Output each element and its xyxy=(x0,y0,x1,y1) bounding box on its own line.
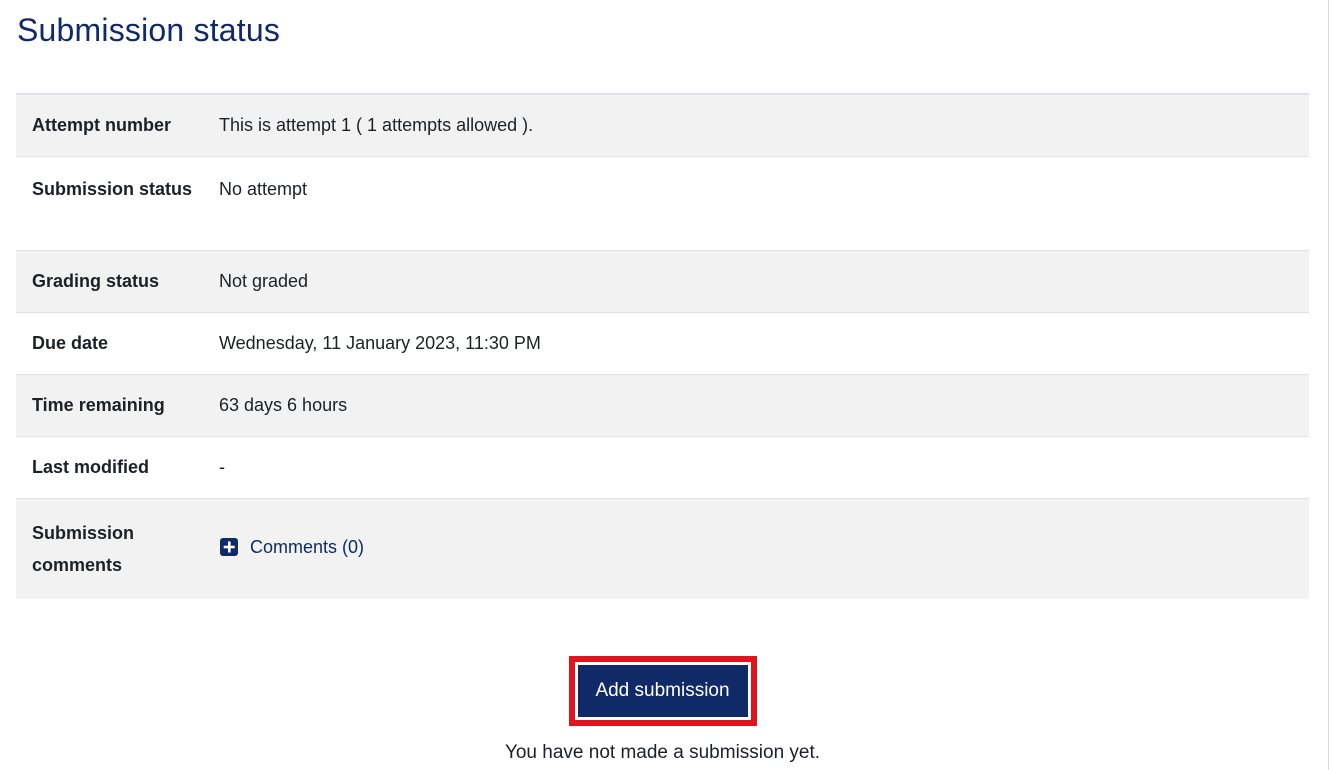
page-title: Submission status xyxy=(17,12,281,48)
row-label: Due date xyxy=(32,333,109,353)
row-label: Grading status xyxy=(32,271,160,291)
table-row-attempt-number: Attempt number This is attempt 1 ( 1 att… xyxy=(16,94,1309,156)
plus-square-icon xyxy=(220,538,238,557)
no-submission-note: You have not made a submission yet. xyxy=(504,742,821,763)
row-value: Comments (0) xyxy=(204,498,1309,599)
row-label: Time remaining xyxy=(32,395,165,415)
table-row-time-remaining: Time remaining 63 days 6 hours xyxy=(16,374,1309,436)
row-value: This is attempt 1 ( 1 attempts allowed )… xyxy=(219,115,534,136)
scrollbar-edge xyxy=(1328,0,1329,770)
table-row-submission-comments: Submission comments Comments (0) xyxy=(16,498,1309,599)
action-area: Add submission xyxy=(0,656,1325,726)
comments-link-label: Comments (0) xyxy=(250,537,365,558)
highlight-box: Add submission xyxy=(568,656,757,726)
row-label: Attempt number xyxy=(32,115,171,136)
table-row-due-date: Due date Wednesday, 11 January 2023, 11:… xyxy=(16,312,1309,374)
row-value: 63 days 6 hours xyxy=(219,395,348,415)
row-value: - xyxy=(219,457,225,477)
table-row-last-modified: Last modified - xyxy=(16,436,1309,498)
row-value: Wednesday, 11 January 2023, 11:30 PM xyxy=(219,333,541,353)
comments-link[interactable]: Comments (0) xyxy=(219,531,364,563)
submission-status-table: Attempt number This is attempt 1 ( 1 att… xyxy=(16,93,1309,599)
row-label: Submission comments xyxy=(32,522,135,575)
table-row-grading-status: Grading status Not graded xyxy=(16,250,1309,312)
submission-status-page: Submission status Attempt number This is… xyxy=(0,0,1333,770)
row-value: Not graded xyxy=(219,271,309,291)
row-label: Last modified xyxy=(32,457,150,477)
row-value: No attempt xyxy=(219,178,308,199)
row-label: Submission status xyxy=(32,178,193,199)
table-row-submission-status: Submission status No attempt xyxy=(16,156,1309,250)
add-submission-button[interactable]: Add submission xyxy=(577,665,748,717)
